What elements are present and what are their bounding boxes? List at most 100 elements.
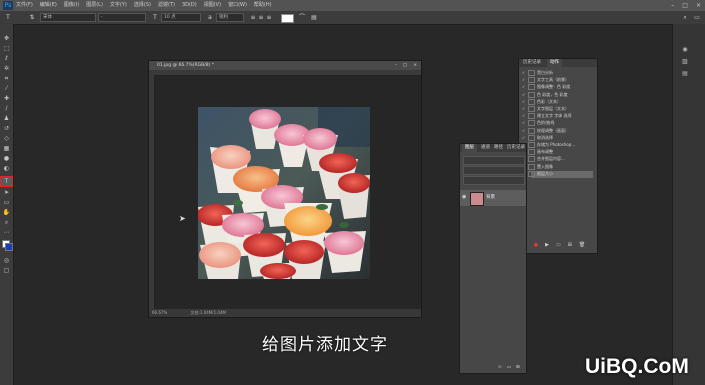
history-toggle-icon[interactable]	[528, 120, 535, 127]
doc-minimize-icon[interactable]: –	[395, 61, 397, 70]
new-layer-icon[interactable]: ⊞	[516, 365, 520, 370]
history-item[interactable]: ✓ 黑白分析	[522, 70, 588, 77]
layer-name[interactable]: 背景	[486, 190, 495, 206]
move-tool-icon[interactable]: ✥	[1, 34, 12, 43]
zoom-tool-icon[interactable]: ⌕	[1, 218, 12, 227]
workspace-icon[interactable]: ▭	[692, 13, 702, 22]
history-toggle-icon[interactable]	[528, 91, 535, 98]
history-item[interactable]: ✓置入图像	[522, 163, 588, 171]
menu-item-window[interactable]: 窗口(W)	[228, 0, 247, 11]
menu-item-file[interactable]: 文件(F)	[16, 0, 33, 11]
maximize-icon[interactable]: □	[682, 0, 688, 11]
brush-tool-icon[interactable]: ∕	[1, 104, 12, 113]
history-item[interactable]: ✓合并图层内容...	[522, 156, 588, 163]
eraser-tool-icon[interactable]: ◇	[1, 134, 12, 143]
font-size-select[interactable]: 10 点	[161, 13, 201, 22]
font-style-select[interactable]: -	[98, 13, 146, 22]
warp-text-icon[interactable]: ⌒	[298, 13, 306, 22]
tab-history[interactable]: 历史记录	[523, 59, 541, 67]
menu-item-type[interactable]: 文字(Y)	[110, 0, 127, 11]
link-layers-icon[interactable]: ∞	[498, 365, 502, 370]
layer-filter-bar[interactable]	[463, 156, 525, 165]
healing-brush-tool-icon[interactable]: ✚	[1, 94, 12, 103]
minimize-icon[interactable]: –	[671, 0, 674, 11]
screen-mode-icon[interactable]: ▢	[1, 266, 12, 275]
play-icon[interactable]: ▶	[545, 242, 549, 250]
libraries-panel-icon[interactable]: ▤	[680, 70, 690, 78]
history-toggle-icon[interactable]	[528, 156, 535, 163]
align-left-icon[interactable]: ≡	[250, 13, 256, 22]
record-icon[interactable]: ●	[534, 242, 538, 250]
history-toggle-icon[interactable]	[528, 142, 535, 148]
hand-tool-icon[interactable]: ✋	[1, 208, 12, 217]
crop-tool-icon[interactable]: ⌗	[1, 74, 12, 83]
history-toggle-icon[interactable]	[528, 113, 535, 120]
doc-maximize-icon[interactable]: □	[403, 61, 407, 70]
history-toggle-icon[interactable]	[528, 77, 535, 84]
history-item[interactable]: ✓ 文字工具（前景）	[522, 77, 588, 84]
canvas-photo-flowers[interactable]	[198, 107, 370, 279]
tab-channels[interactable]: 通道	[481, 144, 490, 152]
history-toggle-icon[interactable]	[528, 70, 535, 76]
rectangle-tool-icon[interactable]: ▭	[1, 198, 12, 207]
delete-icon[interactable]: 🗑	[579, 242, 585, 250]
type-tool-preset-icon[interactable]: T	[3, 13, 13, 22]
marquee-tool-icon[interactable]: ⬚	[1, 44, 12, 53]
new-set-icon[interactable]: ▭	[556, 242, 561, 250]
search-icon[interactable]: ⌕	[680, 13, 690, 22]
align-center-icon[interactable]: ≡	[258, 13, 264, 22]
layer-lock-row[interactable]	[463, 176, 525, 185]
menu-item-layer[interactable]: 图层(L)	[86, 0, 103, 11]
menu-item-edit[interactable]: 编辑(E)	[40, 0, 57, 11]
history-brush-tool-icon[interactable]: ↺	[1, 124, 12, 133]
font-family-select[interactable]: 宋体	[40, 13, 96, 22]
text-orientation-icon[interactable]: ⇅	[28, 13, 36, 22]
history-item[interactable]: ✓ 图像调整：色 彩度	[522, 84, 588, 91]
menu-item-3d[interactable]: 3D(D)	[182, 0, 197, 11]
history-item[interactable]: ✓ 取消选择	[522, 134, 588, 142]
eyedropper-tool-icon[interactable]: ⁄	[1, 84, 12, 93]
blend-mode-select[interactable]	[463, 166, 525, 175]
text-color-swatch[interactable]	[281, 14, 294, 23]
layer-row-background[interactable]: ◉ 背景	[460, 190, 526, 206]
lasso-tool-icon[interactable]: ℓ	[1, 54, 12, 63]
background-color-swatch[interactable]	[5, 243, 13, 251]
history-item[interactable]: ✓ 色彩（文本）	[522, 98, 588, 106]
close-icon[interactable]: ×	[696, 0, 701, 11]
history-item[interactable]: ✓画布调整	[522, 149, 588, 156]
type-tool-icon[interactable]: T	[0, 176, 13, 187]
history-toggle-icon[interactable]	[528, 98, 535, 105]
history-item[interactable]: ✓ 色 彩度，色 彩度	[522, 91, 588, 99]
magic-wand-tool-icon[interactable]: ✲	[1, 64, 12, 73]
character-panel-icon[interactable]: ▤	[310, 13, 318, 22]
history-toggle-icon[interactable]	[528, 170, 535, 177]
history-item[interactable]: ✓存储为 Photoshop...	[522, 142, 588, 149]
history-item[interactable]: ✓ 色阶/曲线	[522, 120, 588, 127]
history-item[interactable]: ✓图层大小	[522, 170, 588, 178]
gradient-tool-icon[interactable]: ▦	[1, 144, 12, 153]
tab-actions[interactable]: 动作	[547, 59, 562, 67]
history-item[interactable]: ✓ 建立文字 字体 选项	[522, 113, 588, 120]
color-panel-icon[interactable]: ◉	[680, 46, 690, 54]
history-item[interactable]: ✓ 文字图层（文本）	[522, 106, 588, 113]
menu-item-select[interactable]: 选择(S)	[134, 0, 151, 11]
anti-alias-select[interactable]: 锐利	[216, 13, 244, 22]
history-toggle-icon[interactable]	[528, 149, 535, 156]
quick-mask-icon[interactable]: ◎	[1, 256, 12, 265]
layer-visibility-eye-icon[interactable]: ◉	[462, 194, 466, 200]
doc-close-icon[interactable]: ×	[413, 61, 417, 70]
history-toggle-icon[interactable]	[528, 163, 535, 170]
tab-layers[interactable]: 图层	[462, 144, 477, 152]
new-group-icon[interactable]: ▭	[507, 365, 511, 370]
align-right-icon[interactable]: ≡	[266, 13, 272, 22]
history-item[interactable]: ✓ 纹理调整（画面）	[522, 127, 588, 135]
dodge-tool-icon[interactable]: ◐	[1, 164, 12, 173]
new-action-icon[interactable]: ⊞	[568, 242, 572, 250]
menu-item-help[interactable]: 帮助(H)	[254, 0, 272, 11]
document-tab[interactable]: 01.jpg @ 66.7%(RGB/8) * – □ ×	[149, 61, 421, 70]
adjustments-panel-icon[interactable]: ▨	[680, 58, 690, 66]
history-toggle-icon[interactable]	[528, 134, 535, 141]
history-toggle-icon[interactable]	[528, 84, 535, 91]
tab-paths[interactable]: 路径	[494, 144, 503, 152]
history-toggle-icon[interactable]	[528, 127, 535, 134]
